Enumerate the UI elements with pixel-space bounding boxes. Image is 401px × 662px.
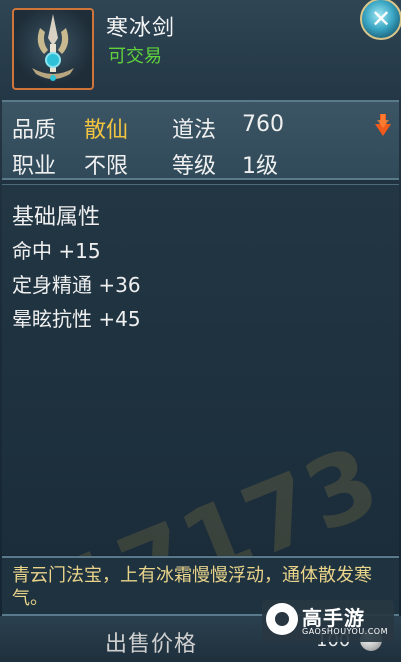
close-icon: ✕ (370, 5, 392, 33)
class-label: 职业 (12, 154, 57, 179)
item-header: 寒冰剑 可交易 ✕ (0, 0, 401, 100)
quality-value: 散仙 (84, 118, 129, 143)
trade-status: 可交易 (108, 46, 162, 67)
daofa-value: 760 (242, 112, 284, 137)
level-label: 等级 (172, 154, 217, 179)
arrow-down-icon[interactable] (374, 112, 392, 138)
item-name: 寒冰剑 (106, 16, 176, 41)
daofa-label: 道法 (172, 118, 217, 143)
attribute-row: 晕眩抗性 +45 (12, 307, 141, 331)
attribute-row: 命中 +15 (12, 239, 101, 263)
site-logo: 高手游 GAOSHOUYOU.COM (262, 600, 394, 642)
attributes-title: 基础属性 (12, 205, 101, 230)
quality-label: 品质 (12, 118, 57, 143)
item-icon-frame[interactable] (12, 8, 94, 90)
item-tooltip-panel: 寒冰剑 可交易 ✕ 品质 散仙 道法 760 职业 不限 等级 1级 17173… (0, 0, 401, 662)
attributes-section: 17173 基础属性 命中 +15 定身精通 +36 晕眩抗性 +45 (2, 184, 399, 654)
sell-price-label: 出售价格 (105, 632, 198, 657)
stats-section: 品质 散仙 道法 760 职业 不限 等级 1级 (2, 100, 399, 180)
logo-mark-icon (266, 603, 298, 635)
class-value: 不限 (84, 154, 129, 179)
logo-domain: GAOSHOUYOU.COM (302, 627, 389, 636)
attribute-row: 定身精通 +36 (12, 273, 141, 297)
level-value: 1级 (242, 154, 278, 179)
sword-item-icon (32, 14, 74, 81)
close-button[interactable]: ✕ (360, 0, 401, 40)
